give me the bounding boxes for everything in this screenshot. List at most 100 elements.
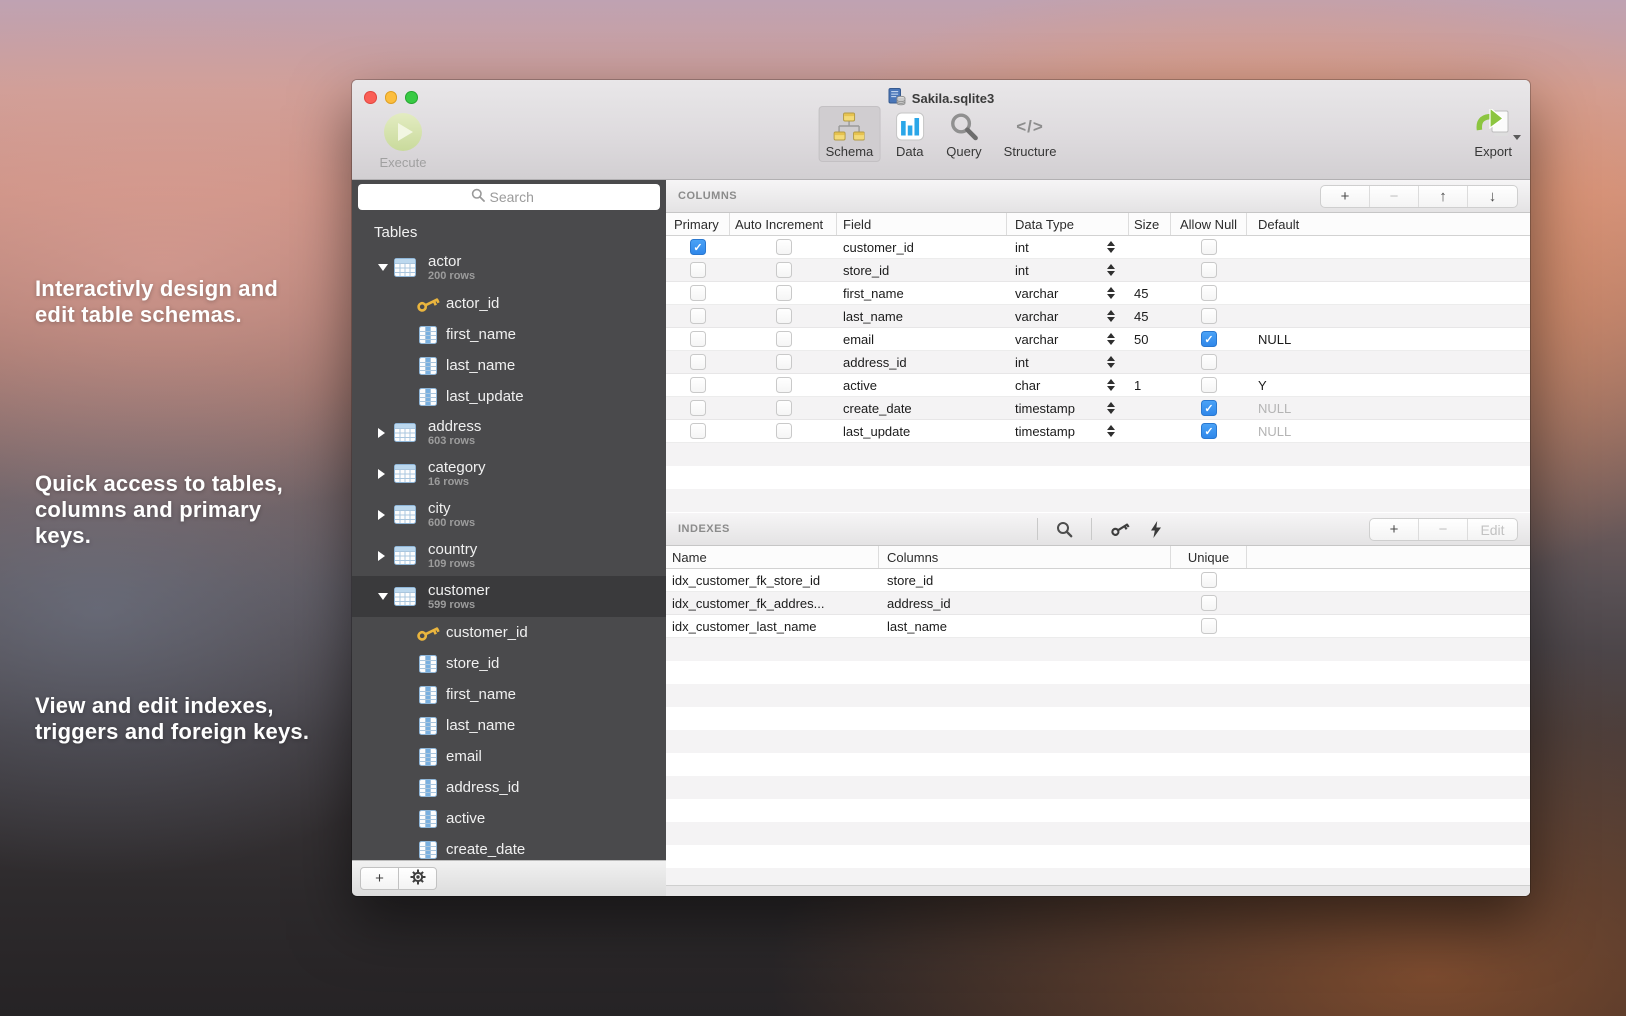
primary-checkbox[interactable] xyxy=(690,262,706,278)
sidebar-column-address_id[interactable]: address_id xyxy=(352,772,666,803)
unique-checkbox[interactable] xyxy=(1201,572,1217,588)
default-value[interactable]: NULL xyxy=(1247,424,1530,439)
allow-null-checkbox[interactable] xyxy=(1201,400,1217,416)
auto-increment-checkbox[interactable] xyxy=(776,239,792,255)
sidebar-column-store_id[interactable]: store_id xyxy=(352,648,666,679)
size-value[interactable]: 45 xyxy=(1129,286,1171,301)
search-input[interactable] xyxy=(358,184,660,210)
add-column-button[interactable]: + xyxy=(1321,186,1370,207)
stepper-icon[interactable] xyxy=(1107,333,1115,346)
sidebar-column-last_name[interactable]: last_name xyxy=(352,350,666,381)
stepper-icon[interactable] xyxy=(1107,356,1115,369)
allow-null-checkbox[interactable] xyxy=(1201,331,1217,347)
stepper-icon[interactable] xyxy=(1107,287,1115,300)
stepper-icon[interactable] xyxy=(1107,264,1115,277)
sidebar-column-customer_id[interactable]: customer_id xyxy=(352,617,666,648)
tab-schema[interactable]: Schema xyxy=(819,106,881,162)
auto-increment-checkbox[interactable] xyxy=(776,400,792,416)
auto-increment-checkbox[interactable] xyxy=(776,354,792,370)
data-type-select[interactable]: varchar xyxy=(1007,332,1129,347)
column-row-last_update[interactable]: last_updatetimestampNULL xyxy=(666,420,1530,443)
sidebar-column-first_name[interactable]: first_name xyxy=(352,319,666,350)
column-row-last_name[interactable]: last_namevarchar45 xyxy=(666,305,1530,328)
allow-null-checkbox[interactable] xyxy=(1201,377,1217,393)
allow-null-checkbox[interactable] xyxy=(1201,354,1217,370)
search-field[interactable] xyxy=(490,189,548,205)
sidebar-column-first_name[interactable]: first_name xyxy=(352,679,666,710)
sidebar-column-active[interactable]: active xyxy=(352,803,666,834)
index-row[interactable]: idx_customer_fk_store_idstore_id xyxy=(666,569,1530,592)
allow-null-checkbox[interactable] xyxy=(1201,285,1217,301)
primary-checkbox[interactable] xyxy=(690,354,706,370)
foreign-keys-icon[interactable] xyxy=(1092,522,1148,536)
data-type-select[interactable]: int xyxy=(1007,355,1129,370)
primary-checkbox[interactable] xyxy=(690,423,706,439)
unique-checkbox[interactable] xyxy=(1201,595,1217,611)
column-row-email[interactable]: emailvarchar50NULL xyxy=(666,328,1530,351)
primary-checkbox[interactable] xyxy=(690,239,706,255)
sidebar-table-actor[interactable]: actor200 rows xyxy=(352,247,666,288)
data-type-select[interactable]: varchar xyxy=(1007,309,1129,324)
disclosure-triangle[interactable] xyxy=(378,469,394,479)
auto-increment-checkbox[interactable] xyxy=(776,423,792,439)
settings-button[interactable] xyxy=(398,867,437,890)
default-value[interactable]: NULL xyxy=(1247,401,1530,416)
unique-checkbox[interactable] xyxy=(1201,618,1217,634)
indexes-search-icon[interactable] xyxy=(1038,521,1091,538)
stepper-icon[interactable] xyxy=(1107,402,1115,415)
sidebar-table-customer[interactable]: customer599 rows xyxy=(352,576,666,617)
primary-checkbox[interactable] xyxy=(690,377,706,393)
column-row-first_name[interactable]: first_namevarchar45 xyxy=(666,282,1530,305)
triggers-lightning-icon[interactable] xyxy=(1148,521,1180,538)
size-value[interactable]: 50 xyxy=(1129,332,1171,347)
disclosure-triangle[interactable] xyxy=(378,593,394,600)
tab-query[interactable]: Query xyxy=(939,106,988,162)
edit-index-button[interactable]: Edit xyxy=(1468,519,1517,540)
sidebar-column-last_name[interactable]: last_name xyxy=(352,710,666,741)
column-row-customer_id[interactable]: customer_idint xyxy=(666,236,1530,259)
data-type-select[interactable]: timestamp xyxy=(1007,401,1129,416)
data-type-select[interactable]: timestamp xyxy=(1007,424,1129,439)
data-type-select[interactable]: int xyxy=(1007,240,1129,255)
index-row[interactable]: idx_customer_fk_addres...address_id xyxy=(666,592,1530,615)
sidebar-table-address[interactable]: address603 rows xyxy=(352,412,666,453)
add-index-button[interactable]: + xyxy=(1370,519,1419,540)
move-column-down-button[interactable]: ↓ xyxy=(1468,186,1517,207)
add-table-button[interactable]: + xyxy=(360,867,399,890)
disclosure-triangle[interactable] xyxy=(378,510,394,520)
move-column-up-button[interactable]: ↑ xyxy=(1419,186,1468,207)
column-row-active[interactable]: activechar1Y xyxy=(666,374,1530,397)
column-row-create_date[interactable]: create_datetimestampNULL xyxy=(666,397,1530,420)
stepper-icon[interactable] xyxy=(1107,241,1115,254)
primary-checkbox[interactable] xyxy=(690,285,706,301)
allow-null-checkbox[interactable] xyxy=(1201,262,1217,278)
data-type-select[interactable]: char xyxy=(1007,378,1129,393)
execute-button[interactable]: Execute xyxy=(370,113,436,170)
data-type-select[interactable]: varchar xyxy=(1007,286,1129,301)
allow-null-checkbox[interactable] xyxy=(1201,239,1217,255)
allow-null-checkbox[interactable] xyxy=(1201,423,1217,439)
tab-data[interactable]: Data xyxy=(888,106,931,162)
sidebar-table-category[interactable]: category16 rows xyxy=(352,453,666,494)
column-row-address_id[interactable]: address_idint xyxy=(666,351,1530,374)
disclosure-triangle[interactable] xyxy=(378,428,394,438)
stepper-icon[interactable] xyxy=(1107,379,1115,392)
disclosure-triangle[interactable] xyxy=(378,551,394,561)
auto-increment-checkbox[interactable] xyxy=(776,285,792,301)
stepper-icon[interactable] xyxy=(1107,425,1115,438)
stepper-icon[interactable] xyxy=(1107,310,1115,323)
auto-increment-checkbox[interactable] xyxy=(776,377,792,393)
default-value[interactable]: NULL xyxy=(1247,332,1530,347)
size-value[interactable]: 45 xyxy=(1129,309,1171,324)
column-row-store_id[interactable]: store_idint xyxy=(666,259,1530,282)
primary-checkbox[interactable] xyxy=(690,331,706,347)
auto-increment-checkbox[interactable] xyxy=(776,331,792,347)
sidebar-table-country[interactable]: country109 rows xyxy=(352,535,666,576)
sidebar-column-create_date[interactable]: create_date xyxy=(352,834,666,860)
remove-index-button[interactable]: − xyxy=(1419,519,1468,540)
sidebar-column-actor_id[interactable]: actor_id xyxy=(352,288,666,319)
export-button[interactable]: Export xyxy=(1474,111,1512,159)
default-value[interactable]: Y xyxy=(1247,378,1530,393)
disclosure-triangle[interactable] xyxy=(378,264,394,271)
data-type-select[interactable]: int xyxy=(1007,263,1129,278)
